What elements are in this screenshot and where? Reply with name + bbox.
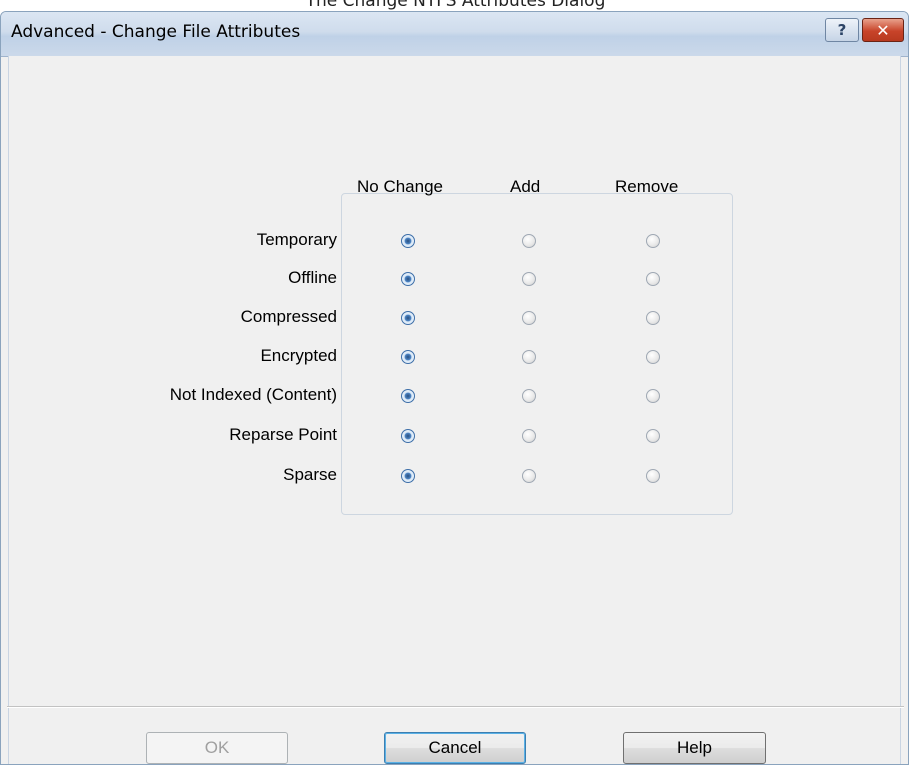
radio-compressed-add[interactable] <box>522 311 536 325</box>
question-mark-icon: ? <box>837 21 847 39</box>
radio-sparse-no-change[interactable] <box>401 469 415 483</box>
attribute-label-reparse-point: Reparse Point <box>229 425 337 444</box>
radio-sparse-remove[interactable] <box>646 469 660 483</box>
attribute-label-compressed: Compressed <box>240 307 337 326</box>
radio-not-indexed-add[interactable] <box>522 389 536 403</box>
close-icon: ✕ <box>876 20 890 40</box>
column-header-no-change: No Change <box>357 177 444 196</box>
radio-reparse-point-remove[interactable] <box>646 429 660 443</box>
radio-temporary-add[interactable] <box>522 234 536 248</box>
radio-temporary-no-change[interactable] <box>401 234 415 248</box>
radio-not-indexed-remove[interactable] <box>646 389 660 403</box>
column-header-remove: Remove <box>615 177 679 196</box>
radio-offline-add[interactable] <box>522 272 536 286</box>
radio-sparse-add[interactable] <box>522 469 536 483</box>
attribute-label-temporary: Temporary <box>256 230 337 249</box>
radio-encrypted-no-change[interactable] <box>401 350 415 364</box>
radio-compressed-remove[interactable] <box>646 311 660 325</box>
ok-button[interactable]: OK <box>146 732 288 764</box>
help-button[interactable]: Help <box>623 732 766 764</box>
radio-encrypted-add[interactable] <box>522 350 536 364</box>
attribute-label-encrypted: Encrypted <box>260 346 337 365</box>
radio-not-indexed-no-change[interactable] <box>401 389 415 403</box>
dialog-title: Advanced - Change File Attributes <box>11 22 301 42</box>
radio-offline-remove[interactable] <box>646 272 660 286</box>
figure-caption: The Change NTFS Attributes Dialog <box>305 0 606 11</box>
attribute-label-not-indexed: Not Indexed (Content) <box>169 385 337 404</box>
help-icon-button[interactable]: ? <box>825 18 859 42</box>
button-separator <box>7 706 904 708</box>
radio-temporary-remove[interactable] <box>646 234 660 248</box>
title-bar: Advanced - Change File Attributes ? ✕ <box>1 12 908 57</box>
radio-reparse-point-no-change[interactable] <box>401 429 415 443</box>
radio-encrypted-remove[interactable] <box>646 350 660 364</box>
close-button[interactable]: ✕ <box>862 18 904 42</box>
attribute-label-sparse: Sparse <box>283 465 337 484</box>
attributes-group-box <box>341 193 733 515</box>
cancel-button[interactable]: Cancel <box>384 732 526 764</box>
attribute-label-offline: Offline <box>288 268 337 287</box>
radio-compressed-no-change[interactable] <box>401 311 415 325</box>
column-header-add: Add <box>510 177 541 196</box>
radio-offline-no-change[interactable] <box>401 272 415 286</box>
radio-reparse-point-add[interactable] <box>522 429 536 443</box>
